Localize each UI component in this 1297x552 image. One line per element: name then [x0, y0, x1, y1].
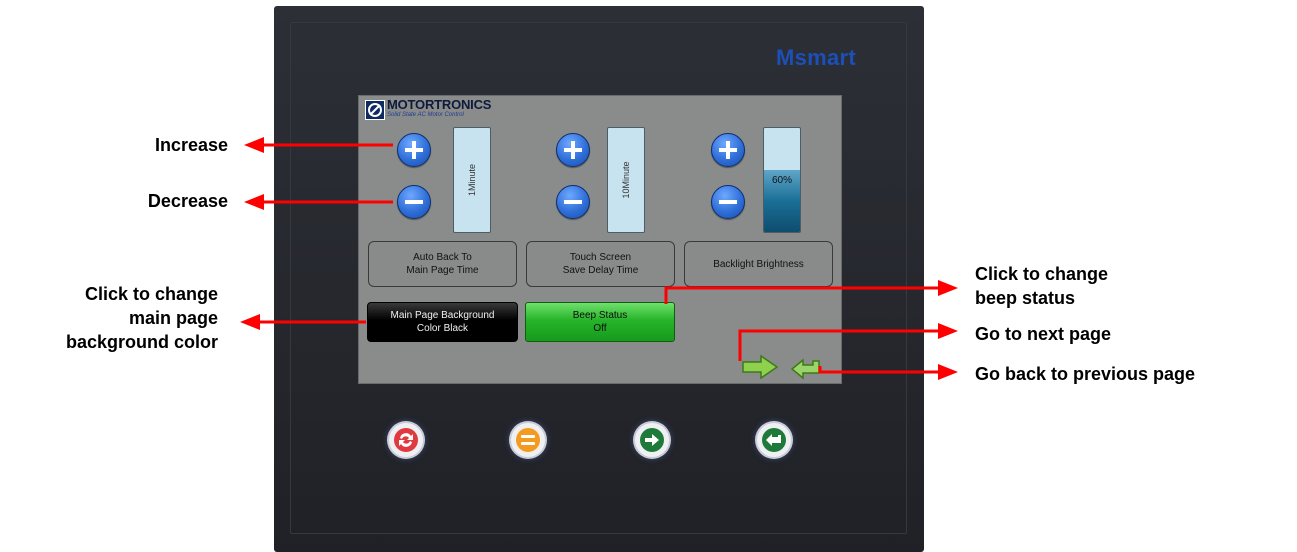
- annotation-beep: Click to change beep status: [975, 264, 1109, 308]
- annotation-background: Click to change main page background col…: [65, 284, 218, 352]
- annotation-next-page: Go to next page: [975, 324, 1112, 344]
- annotation-increase: Increase: [154, 135, 228, 155]
- annotation-previous-page: Go back to previous page: [975, 364, 1196, 384]
- annotation-decrease: Decrease: [147, 191, 228, 211]
